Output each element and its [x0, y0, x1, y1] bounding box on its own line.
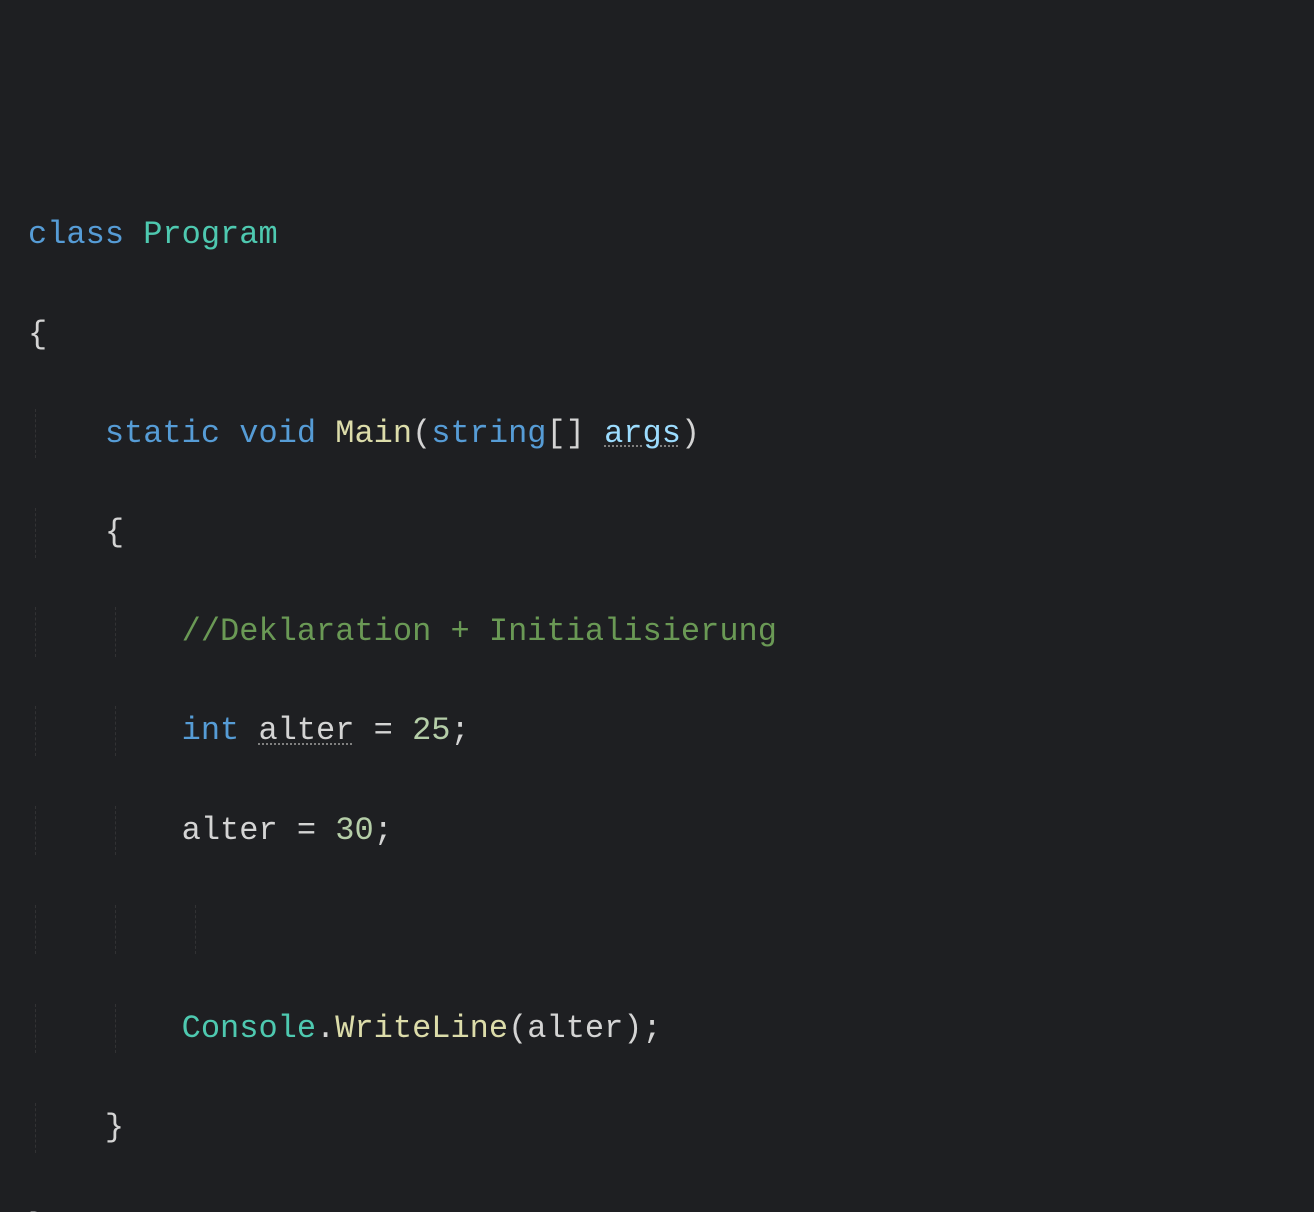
indent-guide — [35, 607, 36, 657]
comment: //Deklaration + Initialisierung — [182, 613, 777, 650]
indent-guide — [115, 905, 116, 955]
indent-guide — [35, 706, 36, 756]
semicolon: ; — [450, 712, 469, 749]
code-line-1[interactable]: class Program — [28, 210, 1314, 260]
semicolon: ; — [374, 812, 393, 849]
variable-alter: alter — [258, 712, 354, 749]
class-console: Console — [182, 1010, 316, 1047]
paren-open: ( — [412, 415, 431, 452]
indent-guide — [195, 905, 196, 955]
code-line-4[interactable]: { — [28, 508, 1314, 558]
indent-guide — [115, 806, 116, 856]
variable-alter: alter — [527, 1010, 623, 1047]
variable-alter: alter — [182, 812, 278, 849]
operator-assign: = — [374, 712, 393, 749]
code-line-2[interactable]: { — [28, 310, 1314, 360]
dot: . — [316, 1010, 335, 1047]
indent-guide — [35, 1103, 36, 1153]
keyword-class: class — [28, 216, 124, 253]
brace-close: } — [28, 1208, 47, 1212]
code-line-9[interactable]: Console.WriteLine(alter); — [28, 1004, 1314, 1054]
indent-guide — [35, 905, 36, 955]
paren-close: ) — [623, 1010, 642, 1047]
brace-close: } — [105, 1109, 124, 1146]
indent-guide — [35, 508, 36, 558]
indent-guide — [35, 409, 36, 459]
paren-close: ) — [681, 415, 700, 452]
type-int: int — [182, 712, 240, 749]
keyword-static: static — [105, 415, 220, 452]
brace-open: { — [28, 316, 47, 353]
paren-open: ( — [508, 1010, 527, 1047]
semicolon: ; — [643, 1010, 662, 1047]
indent-guide — [35, 1004, 36, 1054]
param-args: args — [604, 415, 681, 452]
indent-guide — [115, 607, 116, 657]
code-line-3[interactable]: static void Main(string[] args) — [28, 409, 1314, 459]
indent-guide — [35, 806, 36, 856]
keyword-void: void — [239, 415, 316, 452]
brace-open: { — [105, 514, 124, 551]
code-line-10[interactable]: } — [28, 1103, 1314, 1153]
number-literal: 25 — [412, 712, 450, 749]
method-writeline: WriteLine — [335, 1010, 508, 1047]
code-line-7[interactable]: alter = 30; — [28, 806, 1314, 856]
brackets: [] — [546, 415, 584, 452]
indent-guide — [115, 706, 116, 756]
number-literal: 30 — [335, 812, 373, 849]
operator-assign: = — [297, 812, 316, 849]
code-line-11[interactable]: } — [28, 1202, 1314, 1212]
code-line-8[interactable] — [28, 905, 1314, 955]
class-name: Program — [143, 216, 277, 253]
method-name-main: Main — [335, 415, 412, 452]
indent-guide — [115, 1004, 116, 1054]
code-line-6[interactable]: int alter = 25; — [28, 706, 1314, 756]
keyword-string: string — [431, 415, 546, 452]
code-line-5[interactable]: //Deklaration + Initialisierung — [28, 607, 1314, 657]
